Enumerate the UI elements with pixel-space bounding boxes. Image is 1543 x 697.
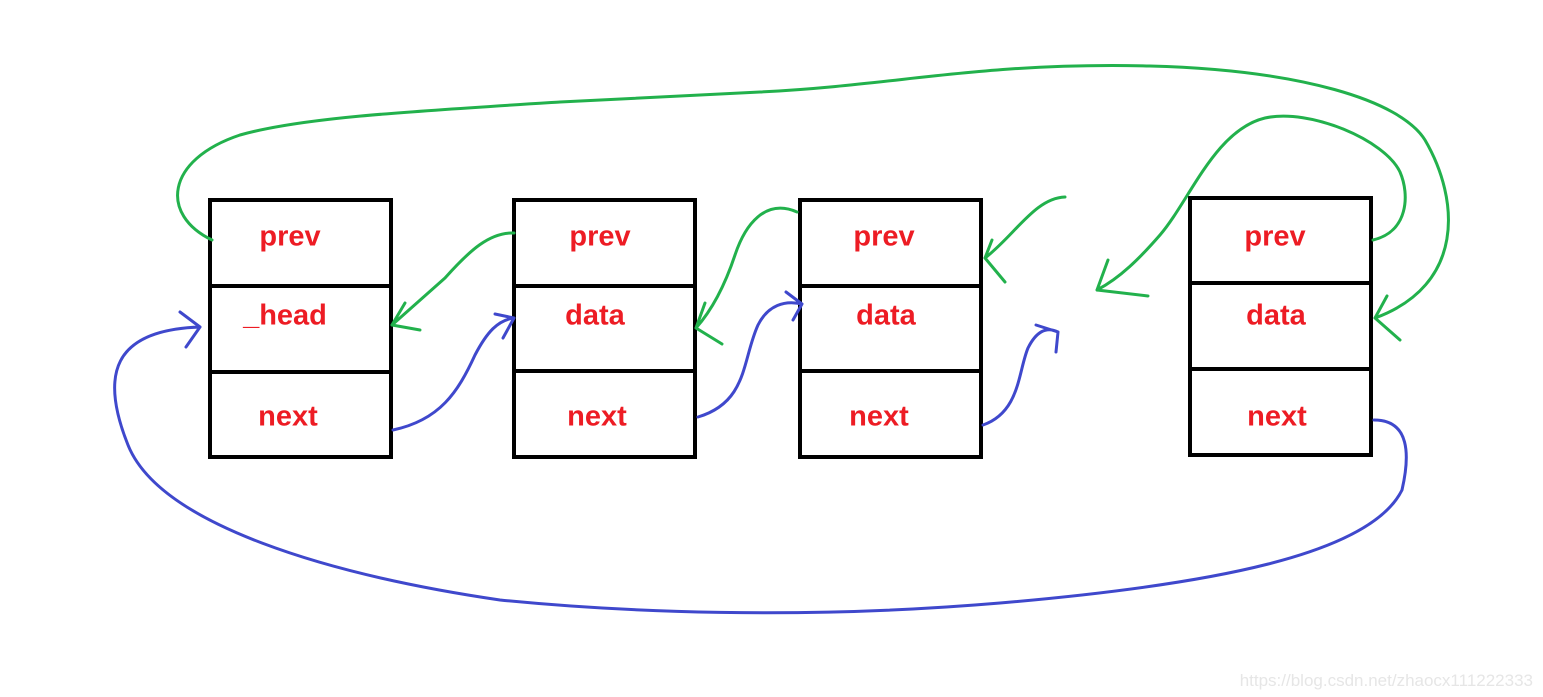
watermark: https://blog.csdn.net/zhaocx111222333 (1239, 671, 1533, 690)
node-3: prev data next (798, 198, 983, 459)
next-link-node2-to-node3 (696, 290, 804, 419)
prev-field: prev (569, 221, 630, 253)
next-link-head-to-node2 (391, 312, 516, 432)
next-field: next (1247, 401, 1307, 433)
next-link-node3-to-gap (981, 323, 1060, 427)
node-4: prev data next (1188, 196, 1373, 457)
data-field: data (565, 300, 626, 332)
node-2: prev data next (512, 198, 697, 459)
next-field: next (258, 401, 318, 433)
prev-field: prev (1244, 221, 1305, 253)
diagram-svg: prev _head next prev data next prev data… (113, 64, 1450, 615)
node-head: prev _head next (208, 198, 393, 459)
next-field: next (567, 401, 627, 433)
doubly-linked-list-diagram: prev _head next prev data next prev data… (0, 0, 1543, 697)
next-field: next (849, 401, 909, 433)
data-field: data (856, 300, 917, 332)
prev-field: prev (853, 221, 914, 253)
data-field: data (1246, 300, 1307, 332)
prev-link-gap-to-node3 (983, 195, 1067, 284)
head-field: _head (242, 300, 327, 332)
prev-link-node3-to-node2 (694, 206, 799, 346)
prev-field: prev (259, 221, 320, 253)
